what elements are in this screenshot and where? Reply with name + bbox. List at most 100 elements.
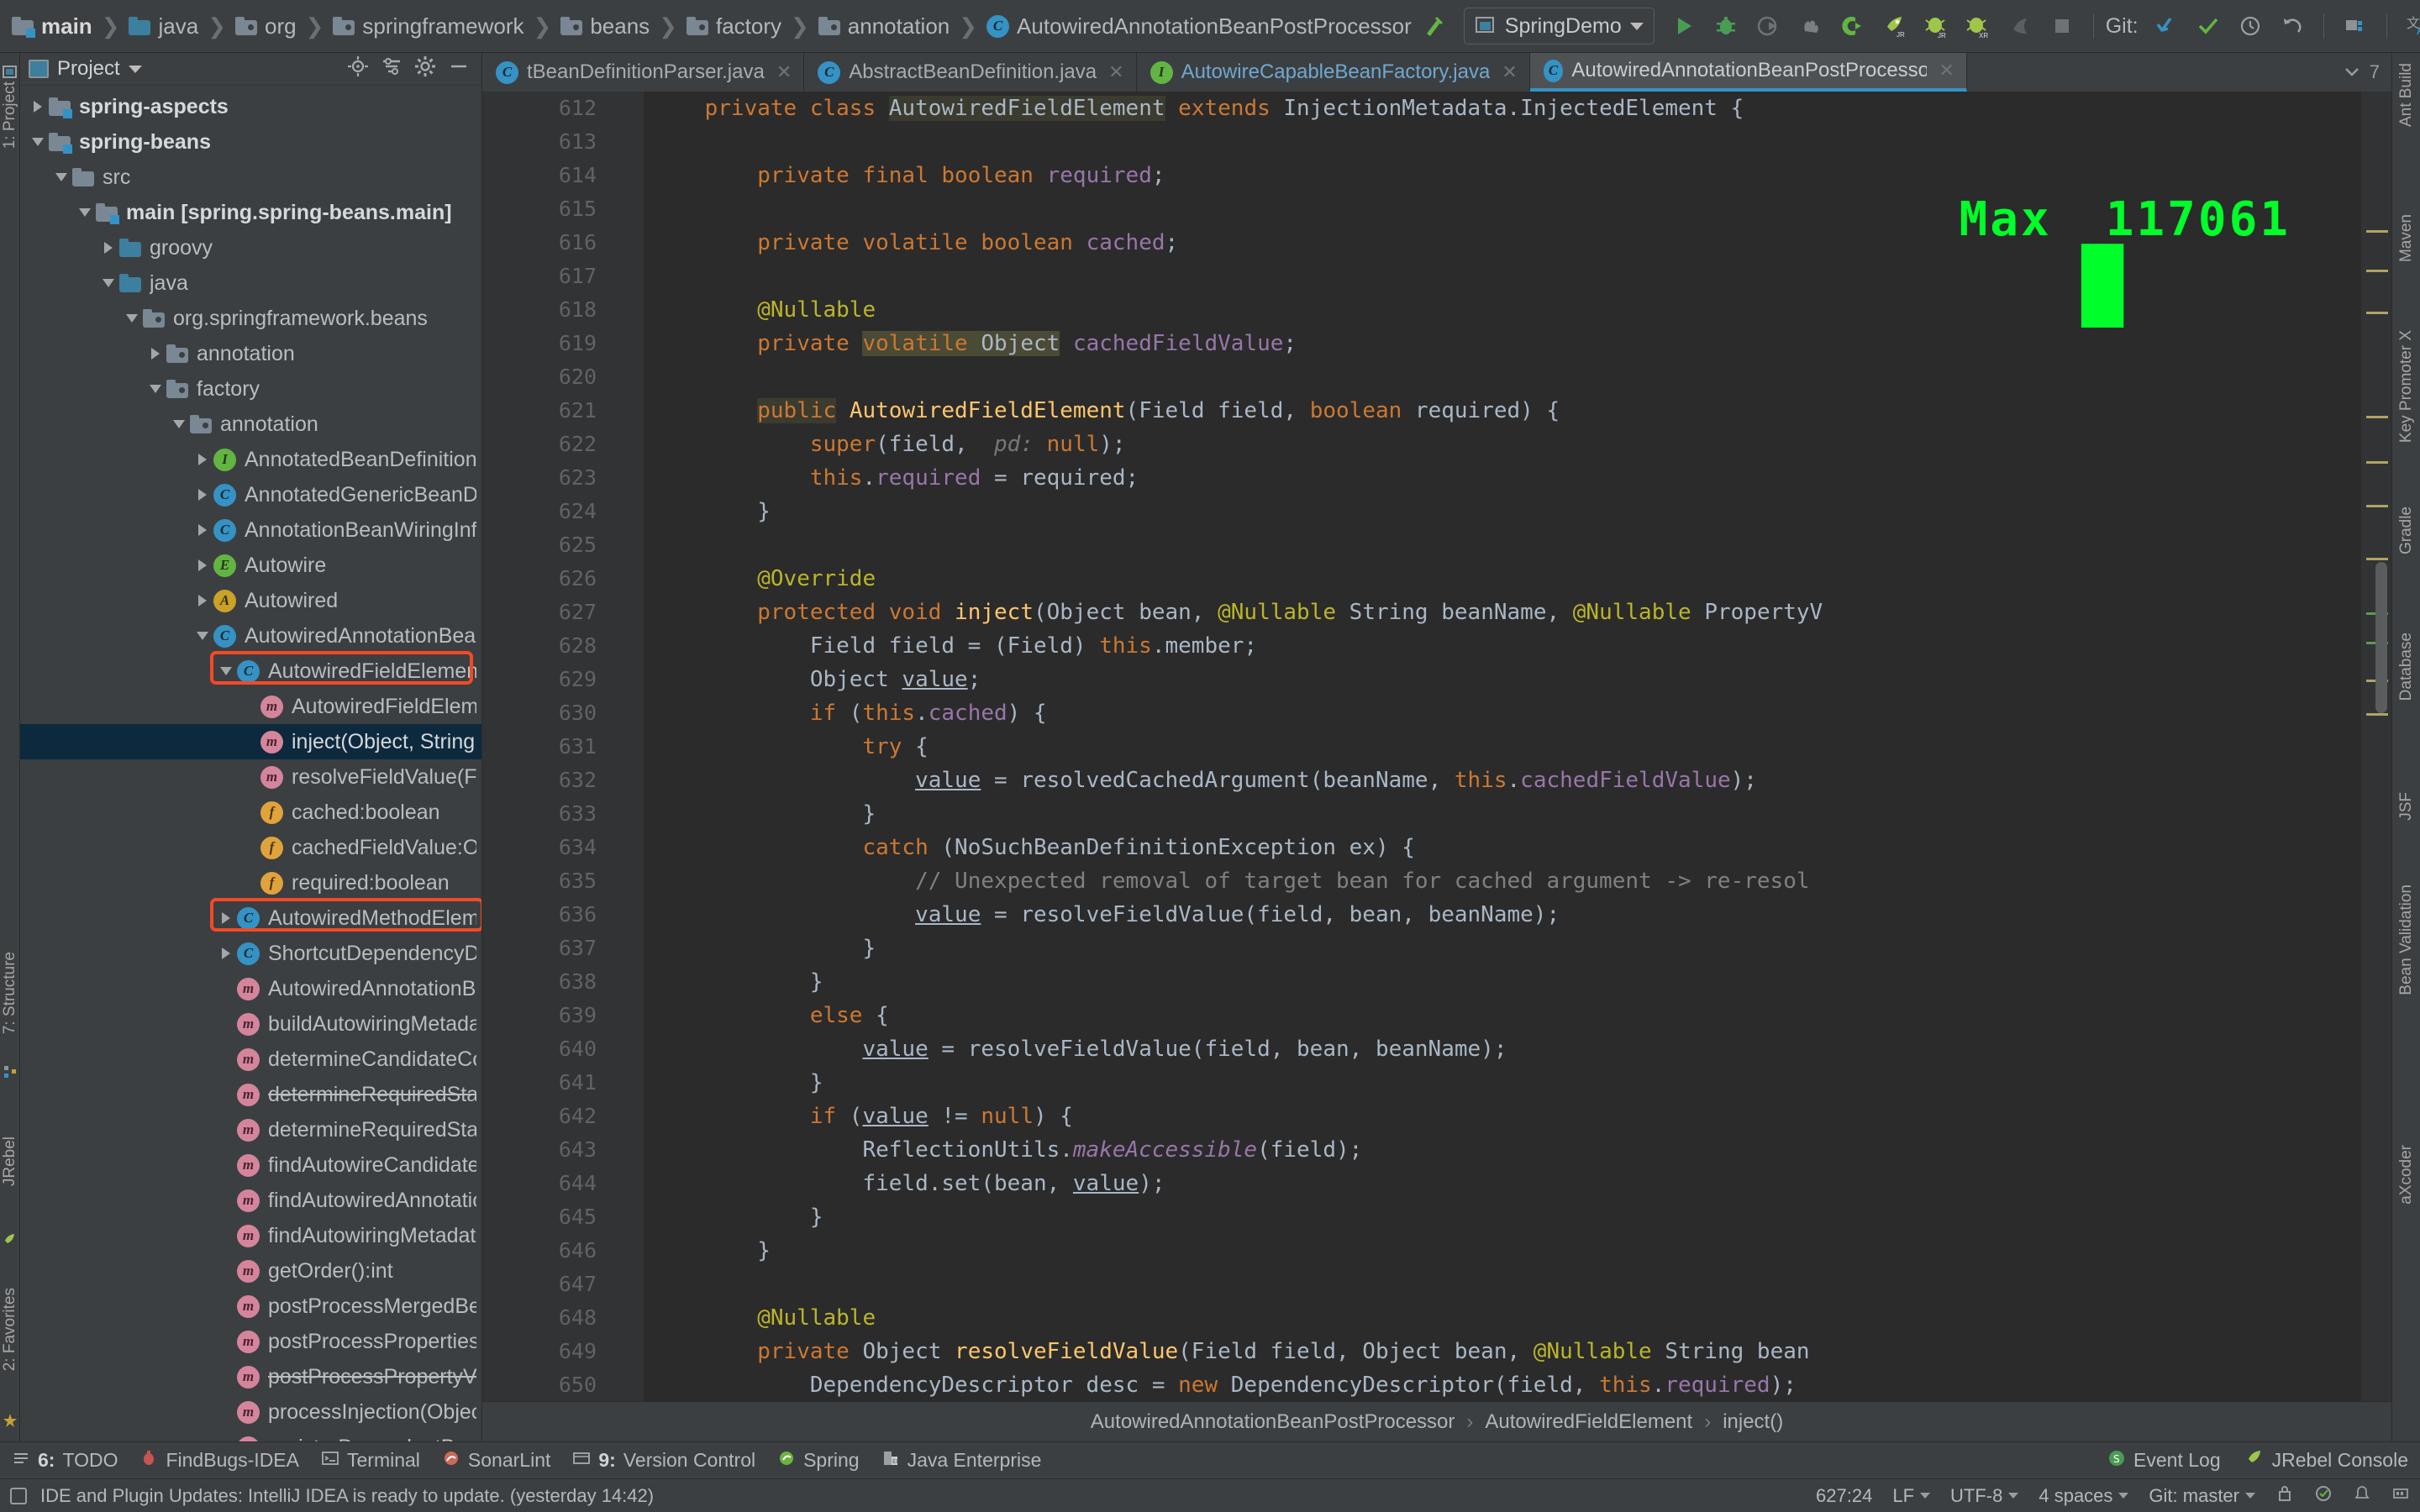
code-line[interactable]: value = resolvedCachedArgument(beanName,… bbox=[644, 764, 2361, 797]
sidebar-item-favorites[interactable]: 2: Favorites bbox=[1, 1288, 19, 1371]
tree-node[interactable]: m getOrder():int bbox=[20, 1253, 481, 1289]
tree-node[interactable]: m determineRequiredStatus(MergedAnnotatio… bbox=[20, 1112, 481, 1147]
tool-window-button-sonarlint[interactable]: SonarLint bbox=[442, 1449, 550, 1473]
status-message[interactable]: IDE and Plugin Updates: IntelliJ IDEA is… bbox=[40, 1485, 654, 1507]
chevron-right-icon[interactable] bbox=[192, 524, 213, 536]
tree-node[interactable]: C AutowiredMethodElement bbox=[20, 900, 481, 936]
update-icon[interactable] bbox=[10, 1487, 27, 1504]
settings-gear-icon[interactable] bbox=[414, 55, 436, 83]
chevron-down-icon[interactable] bbox=[50, 173, 72, 181]
fold-marker[interactable] bbox=[610, 1066, 644, 1100]
fold-marker[interactable] bbox=[610, 293, 644, 327]
code-line[interactable]: Object value; bbox=[644, 663, 2361, 696]
sidebar-item-structure[interactable]: 7: Structure bbox=[1, 952, 19, 1034]
fold-marker[interactable] bbox=[610, 898, 644, 932]
code-line[interactable]: value = resolveFieldValue(field, bean, b… bbox=[644, 1032, 2361, 1066]
code-line[interactable]: } bbox=[644, 932, 2361, 965]
git-rollback-icon[interactable] bbox=[2273, 7, 2312, 45]
chevron-right-icon[interactable] bbox=[97, 242, 119, 254]
sidebar-item-axcoder[interactable]: aXcoder bbox=[2397, 1145, 2416, 1205]
code-line[interactable]: field.set(bean, value); bbox=[644, 1167, 2361, 1200]
collapse-all-icon[interactable] bbox=[381, 55, 402, 83]
editor-scrollbar-thumb[interactable] bbox=[2375, 562, 2387, 713]
editor-tab[interactable]: C AbstractBeanDefinition.java ✕ bbox=[804, 53, 1137, 92]
editor-tab[interactable]: CtBeanDefinitionParser.java ✕ bbox=[482, 53, 805, 92]
editor-breadcrumb-item[interactable]: inject() bbox=[1723, 1410, 1783, 1434]
code-editor[interactable]: 612 613 614 615 616 617 618 619 620 621 622 623 624 6… bbox=[482, 92, 2391, 1401]
debug-icon[interactable] bbox=[1707, 7, 1745, 45]
fold-marker[interactable] bbox=[610, 360, 644, 394]
code-line[interactable]: private Object resolveFieldValue(Field f… bbox=[644, 1335, 2361, 1368]
project-icon[interactable] bbox=[3, 61, 18, 78]
fold-marker[interactable] bbox=[610, 965, 644, 999]
editor-tabs-overflow[interactable]: 7 bbox=[2343, 53, 2391, 92]
lock-icon[interactable] bbox=[2275, 1484, 2294, 1508]
code-line[interactable]: } bbox=[644, 965, 2361, 999]
close-icon[interactable]: ✕ bbox=[1939, 60, 1954, 81]
code-line[interactable]: // Unexpected removal of target bean for… bbox=[644, 864, 2361, 898]
code-line[interactable]: private class AutowiredFieldElement exte… bbox=[644, 92, 2361, 125]
fold-marker[interactable] bbox=[610, 864, 644, 898]
code-line[interactable] bbox=[644, 1268, 2361, 1301]
tree-node[interactable]: src bbox=[20, 160, 481, 195]
chevron-right-icon[interactable] bbox=[192, 454, 213, 465]
tool-window-button-terminal[interactable]: Terminal bbox=[321, 1449, 420, 1473]
tool-window-button-version-control[interactable]: 9: Version Control bbox=[572, 1449, 755, 1473]
tree-node[interactable]: C AnnotationBeanWiringInfoResolver bbox=[20, 512, 481, 548]
fold-marker[interactable] bbox=[610, 1133, 644, 1167]
tree-node[interactable]: f cached:boolean bbox=[20, 795, 481, 830]
close-icon[interactable]: ✕ bbox=[1108, 61, 1123, 83]
tree-node[interactable]: annotation bbox=[20, 336, 481, 371]
code-line[interactable]: catch (NoSuchBeanDefinitionException ex)… bbox=[644, 831, 2361, 864]
sidebar-item-key-promoter[interactable]: Key Promoter X bbox=[2397, 330, 2416, 443]
editor-breadcrumb-item[interactable]: AutowiredFieldElement bbox=[1485, 1410, 1692, 1434]
structure-icon[interactable] bbox=[3, 1061, 18, 1078]
editor-tab[interactable]: C AutowiredAnnotationBeanPostProcessor.ja… bbox=[1529, 53, 1967, 92]
cat-icon[interactable] bbox=[2001, 7, 2039, 45]
code-text[interactable]: private class AutowiredFieldElement exte… bbox=[644, 92, 2361, 1401]
tool-window-button-java-enterprise[interactable]: EE Java Enterprise bbox=[881, 1449, 1041, 1473]
code-line[interactable] bbox=[644, 360, 2361, 394]
translate-icon[interactable]: 文A bbox=[2399, 7, 2420, 45]
fold-marker[interactable] bbox=[610, 663, 644, 696]
git-update-icon[interactable] bbox=[2147, 7, 2186, 45]
tree-node[interactable]: spring-aspects bbox=[20, 89, 481, 124]
chevron-right-icon[interactable] bbox=[145, 348, 166, 360]
fold-marker[interactable] bbox=[610, 394, 644, 428]
code-line[interactable]: Field field = (Field) this.member; bbox=[644, 629, 2361, 663]
stop-icon[interactable] bbox=[2043, 7, 2081, 45]
fold-marker[interactable] bbox=[610, 159, 644, 192]
code-line[interactable] bbox=[644, 192, 2361, 226]
tree-node[interactable]: m registerDependentBeans(String, Set<Stri… bbox=[20, 1430, 481, 1441]
tree-node[interactable]: m determineCandidateConstructors(Class<?>… bbox=[20, 1042, 481, 1077]
tree-node[interactable]: m buildAutowiringMetadata(Class<?>):Injec… bbox=[20, 1006, 481, 1042]
code-line[interactable]: @Nullable bbox=[644, 1301, 2361, 1335]
code-folding-column[interactable] bbox=[610, 92, 644, 1401]
run-configuration-selector[interactable]: SpringDemo bbox=[1463, 8, 1655, 45]
tree-node[interactable]: spring-beans bbox=[20, 124, 481, 160]
chevron-down-icon[interactable] bbox=[145, 385, 166, 393]
code-line[interactable]: } bbox=[644, 797, 2361, 831]
code-line[interactable]: @Nullable bbox=[644, 293, 2361, 327]
fold-marker[interactable] bbox=[610, 125, 644, 159]
tree-node[interactable]: m findAutowiringMetadata(String, Class<?>… bbox=[20, 1218, 481, 1253]
tool-window-button-spring[interactable]: Spring bbox=[777, 1449, 860, 1473]
fold-marker[interactable] bbox=[610, 831, 644, 864]
code-line[interactable]: if (value != null) { bbox=[644, 1100, 2361, 1133]
tree-node[interactable]: C AutowiredAnnotationBeanPostProcessor bbox=[20, 618, 481, 654]
jrebel-run-icon[interactable] bbox=[1833, 7, 1871, 45]
file-encoding[interactable]: UTF-8 bbox=[1950, 1485, 2019, 1507]
tree-node[interactable]: m processInjection(Object):void bbox=[20, 1394, 481, 1430]
tree-node[interactable]: f cachedFieldValue:Object bbox=[20, 830, 481, 865]
breadcrumb-item-factory[interactable]: factory bbox=[683, 0, 785, 52]
fold-marker[interactable] bbox=[610, 730, 644, 764]
fold-marker[interactable] bbox=[610, 461, 644, 495]
tree-node[interactable]: org.springframework.beans bbox=[20, 301, 481, 336]
chevron-right-icon[interactable] bbox=[192, 489, 213, 501]
jrebel-icon[interactable] bbox=[3, 1229, 18, 1244]
code-line[interactable] bbox=[644, 260, 2361, 293]
tree-node[interactable]: main [spring.spring-beans.main] bbox=[20, 195, 481, 230]
code-line[interactable]: } bbox=[644, 495, 2361, 528]
code-line[interactable]: value = resolveFieldValue(field, bean, b… bbox=[644, 898, 2361, 932]
sidebar-item-gradle[interactable]: Gradle bbox=[2397, 507, 2416, 554]
